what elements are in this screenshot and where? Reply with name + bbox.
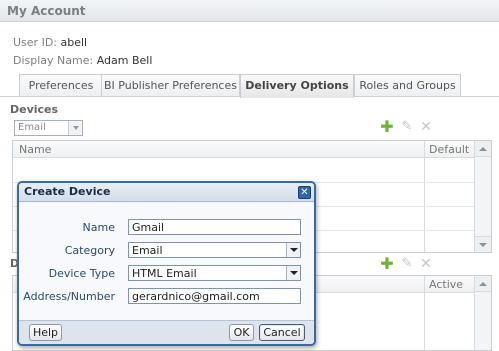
pencil-icon[interactable]: ✎: [399, 119, 415, 135]
device-type-select-value: HTML Email: [132, 267, 197, 280]
dialog-title: Create Device: [24, 185, 111, 198]
scroll-up-icon[interactable]: [475, 141, 491, 157]
second-scrollbar[interactable]: [474, 276, 491, 350]
dialog-footer: Help OK Cancel: [19, 320, 314, 344]
delete-icon[interactable]: ✕: [418, 119, 434, 135]
device-type-label: Device Type: [48, 267, 115, 280]
tab-roles-and-groups[interactable]: Roles and Groups: [354, 74, 461, 97]
device-type-select[interactable]: HTML Email: [128, 265, 301, 281]
create-device-dialog: Create Device ✕ Name Gmail Category Emai…: [17, 181, 316, 346]
display-name-row: Display Name: Adam Bell: [13, 54, 152, 67]
column-header-active[interactable]: Active: [429, 278, 463, 291]
default-column: Default: [424, 141, 474, 252]
plus-icon[interactable]: ✚: [379, 256, 395, 272]
dialog-titlebar: Create Device ✕: [19, 183, 314, 202]
display-name-value: Adam Bell: [96, 54, 153, 67]
delete-icon[interactable]: ✕: [418, 256, 434, 272]
help-button[interactable]: Help: [29, 324, 62, 341]
window-titlebar: My Account: [0, 0, 499, 22]
window-title: My Account: [7, 4, 86, 18]
plus-icon[interactable]: ✚: [379, 119, 395, 135]
tab-delivery-options[interactable]: Delivery Options: [240, 74, 354, 98]
address-field[interactable]: gerardnico@gmail.com: [128, 288, 301, 304]
name-field[interactable]: Gmail: [128, 219, 301, 235]
chevron-down-icon: [286, 243, 300, 257]
devices-toolbar: ✚ ✎ ✕: [379, 119, 439, 136]
address-label: Address/Number: [23, 290, 115, 303]
scroll-down-icon[interactable]: [475, 236, 491, 252]
chevron-down-icon: [68, 121, 82, 135]
scroll-up-icon[interactable]: [475, 276, 491, 292]
dialog-body: Name Gmail Category Email Device Type HT…: [19, 203, 314, 320]
devices-scrollbar[interactable]: [474, 141, 491, 252]
category-select-value: Email: [132, 244, 163, 257]
name-label: Name: [82, 221, 115, 234]
cancel-button[interactable]: Cancel: [259, 324, 305, 341]
ok-button[interactable]: OK: [229, 324, 254, 341]
user-id-label: User ID:: [13, 36, 57, 49]
close-icon[interactable]: ✕: [298, 186, 311, 199]
chevron-down-icon: [286, 266, 300, 280]
column-header-name[interactable]: Name: [13, 141, 474, 158]
second-toolbar: ✚ ✎ ✕: [379, 256, 439, 273]
device-type-filter-value: Email: [18, 122, 46, 133]
pencil-icon[interactable]: ✎: [399, 256, 415, 272]
user-id-value: abell: [60, 36, 88, 49]
devices-section-title: Devices: [10, 103, 59, 116]
tab-bi-publisher-preferences[interactable]: BI Publisher Preferences: [101, 74, 240, 97]
user-id-row: User ID: abell: [13, 36, 87, 49]
display-name-label: Display Name:: [13, 54, 94, 67]
active-column: Active: [424, 276, 474, 350]
category-select[interactable]: Email: [128, 242, 301, 258]
tab-preferences[interactable]: Preferences: [19, 74, 103, 97]
category-label: Category: [64, 244, 115, 257]
column-header-default[interactable]: Default: [429, 143, 469, 156]
tab-bar: Preferences BI Publisher Preferences Del…: [0, 74, 499, 98]
device-type-filter[interactable]: Email: [14, 120, 83, 136]
